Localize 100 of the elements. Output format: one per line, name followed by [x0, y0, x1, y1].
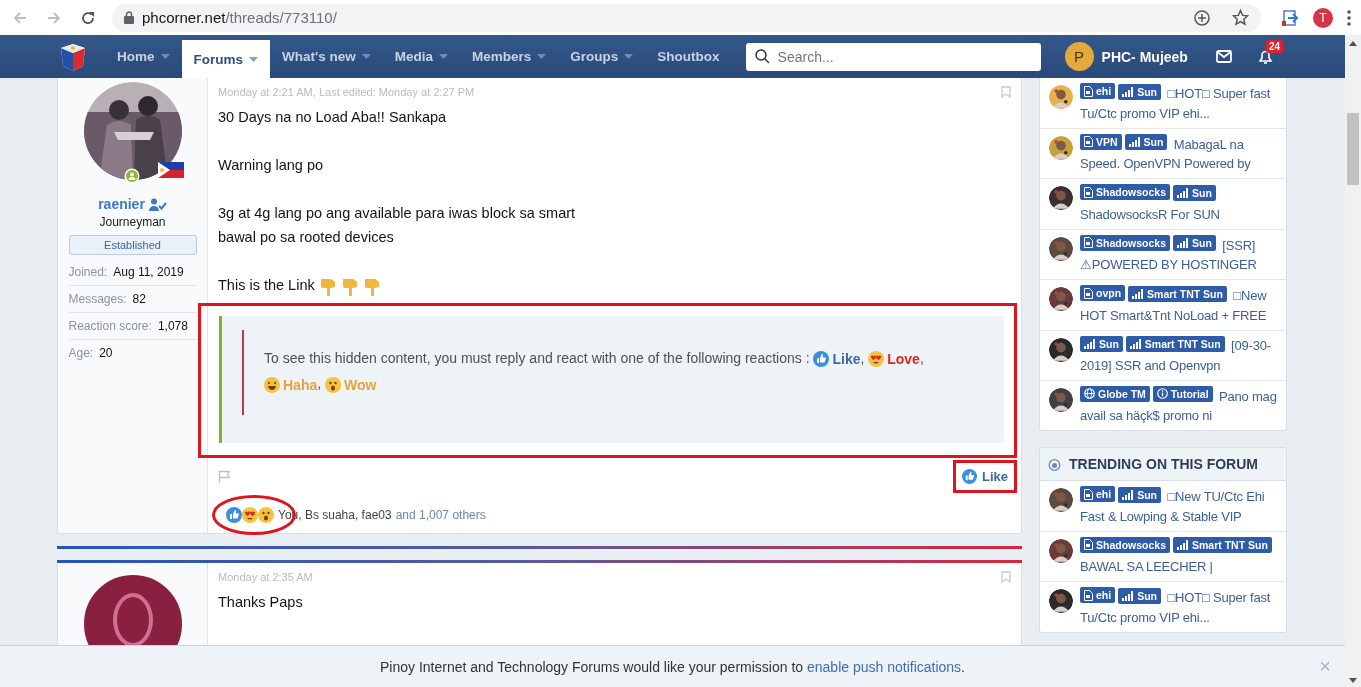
file-icon — [1084, 136, 1093, 147]
post-text: Thanks Paps — [218, 593, 303, 610]
nav-tab[interactable]: Media — [382, 35, 460, 78]
bell-icon[interactable] — [1257, 48, 1273, 65]
prefix-tag: Globe TM — [1080, 385, 1150, 402]
file-icon — [1084, 85, 1093, 97]
author-name[interactable]: raenier — [98, 196, 145, 212]
notice-text: Pinoy Internet and Technology Forums would like your permission to enable push notifications. — [380, 658, 965, 675]
pointing-hand-icon — [318, 277, 337, 297]
globe-icon — [1084, 388, 1095, 399]
flag-icon — [157, 162, 184, 178]
section-title: TRENDING ON THIS FORUM — [1069, 456, 1258, 472]
caret-icon — [537, 54, 547, 59]
mail-icon[interactable] — [1215, 50, 1232, 63]
prefix-tag: Smart TNT Sun — [1128, 285, 1227, 302]
signal-icon — [1122, 489, 1135, 500]
prefix-tag: Sun — [1118, 83, 1161, 100]
thread-title[interactable]: Globe TM Tutorial Pano mag avail sa häçk$ promo ni — [1080, 385, 1278, 426]
add-icon[interactable] — [1194, 9, 1210, 26]
stat-value: 20 — [99, 346, 113, 360]
like-button[interactable]: Like — [962, 466, 1008, 486]
file-icon — [1084, 186, 1093, 198]
prefix-tag: ehi — [1080, 486, 1116, 502]
nav-tab[interactable]: Members — [460, 35, 559, 78]
stat-value: 1,078 — [157, 319, 188, 333]
scroll-thumb[interactable] — [1347, 113, 1359, 185]
info-icon — [1156, 388, 1168, 399]
stat-label: Messages: — [68, 292, 127, 306]
search-field[interactable]: Search... — [777, 48, 1018, 65]
thread-title[interactable]: Shadowsocks Smart TNT Sun BAWAL SA LEECHER | — [1080, 536, 1278, 577]
post-text: This is the Link — [218, 276, 315, 295]
nav-tab[interactable]: Home — [105, 35, 182, 78]
prefix-tag: Sun — [1118, 587, 1161, 604]
prefix-tag: Sun — [1118, 486, 1161, 503]
surprised-emoji-icon — [258, 506, 274, 523]
search-box[interactable]: Search... — [745, 42, 1041, 71]
signal-icon — [1177, 540, 1190, 550]
thread-title[interactable]: VPN Sun MabagaL na Speed. OpenVPN Powered by — [1080, 133, 1278, 174]
thread-title[interactable]: ovpn Smart TNT Sun □New HOT Smart&Tnt NoLoad + FREE — [1080, 285, 1278, 326]
username[interactable]: PHC- Mujeeb — [1101, 48, 1188, 65]
nav-tab[interactable]: Forums — [181, 40, 271, 78]
scrollbar[interactable] — [1345, 35, 1361, 687]
nav-tab[interactable]: What's new — [270, 35, 383, 78]
verified-user-icon — [148, 197, 167, 211]
prefix-tag: ehi — [1080, 587, 1116, 603]
scroll-up-icon[interactable] — [1349, 41, 1357, 46]
menu-icon[interactable] — [1347, 9, 1351, 26]
stat-label: Reaction score: — [68, 319, 152, 333]
prefix-tag: Sun — [1080, 335, 1123, 352]
signal-icon — [1122, 590, 1135, 601]
thumbs-up-icon — [962, 468, 977, 484]
search-icon — [754, 49, 770, 64]
extension-icon[interactable] — [1281, 8, 1299, 27]
prefix-tag: Smart TNT Sun — [1125, 335, 1225, 352]
thread-title[interactable]: Shadowsocks Sun [SSR] ⚠POWERED BY HOSTINGER — [1080, 234, 1278, 275]
prefix-tag: Tutorial — [1152, 385, 1213, 402]
file-icon — [1084, 589, 1093, 601]
address-bar[interactable]: phcorner.net/threads/773110/ — [112, 3, 1261, 32]
stat-label: Age: — [68, 346, 94, 360]
online-status-icon — [123, 168, 140, 184]
profile-avatar[interactable]: T — [1313, 7, 1333, 28]
pointing-hand-icon — [340, 277, 359, 297]
file-icon — [1084, 539, 1093, 550]
thread-title[interactable]: ehi Sun □New TU/Ctc Ehi Fast & Lowping & Stable VIP — [1080, 486, 1278, 527]
pointing-hand-icon — [362, 277, 381, 297]
thread-title[interactable]: ehi Sun □HOT□ Super fast Tu/Ctc promo VIP ehi... — [1080, 587, 1278, 628]
stat-label: Joined: — [68, 265, 108, 279]
caret-icon — [160, 54, 170, 59]
user-avatar[interactable]: P — [1064, 42, 1094, 71]
caret-icon — [624, 54, 634, 59]
hidden-content-notice: To see this hidden content, you must reply and react with one of the following reactions : Like, Love, Haha, Wow — [242, 330, 984, 415]
post-text: bawal po sa rooted devices — [218, 228, 394, 247]
signal-icon — [1122, 86, 1135, 97]
laughing-emoji-icon — [264, 376, 280, 393]
post-text: Warning lang po — [218, 156, 324, 175]
prefix-tag: Shadowsocks — [1080, 184, 1171, 200]
stat-value: Aug 11, 2019 — [113, 265, 184, 279]
prefix-tag: Sun — [1173, 235, 1216, 251]
prefix-tag: Sun — [1124, 134, 1168, 150]
thread-title[interactable]: Shadowsocks Sun ShadowsocksR For SUN — [1080, 184, 1278, 225]
prefix-tag: VPN — [1080, 133, 1122, 150]
heart-eyes-emoji-icon — [242, 506, 258, 523]
notification-badge: 24 — [1265, 39, 1284, 53]
url-text: phcorner.net/threads/773110/ — [142, 9, 337, 26]
nav-tab[interactable]: Groups — [558, 35, 646, 78]
prefix-tag: Smart TNT Sun — [1173, 537, 1272, 553]
thread-title[interactable]: ehi Sun □HOT□ Super fast Tu/Ctc promo VIP ehi... — [1080, 83, 1278, 124]
signal-icon — [1132, 288, 1145, 299]
caret-icon — [361, 54, 371, 59]
user-title: Journeyman — [99, 215, 166, 229]
nav-tab[interactable]: Shoutbox — [645, 35, 732, 78]
thread-title[interactable]: Sun Smart TNT Sun [09-30-2019] SSR and Openvpn — [1080, 335, 1278, 376]
prefix-tag: ehi — [1080, 83, 1116, 99]
star-icon[interactable] — [1232, 9, 1249, 26]
file-icon — [1084, 237, 1093, 248]
scroll-down-icon[interactable] — [1349, 678, 1357, 683]
surprised-emoji-icon — [325, 376, 341, 393]
post-text: 30 Days na no Load Aba!! Sankapa — [218, 108, 447, 127]
post-text: 3g at 4g lang po ang available para iwas block sa smart — [218, 204, 576, 223]
reaction-others-link[interactable]: and 1,007 others — [395, 507, 486, 522]
